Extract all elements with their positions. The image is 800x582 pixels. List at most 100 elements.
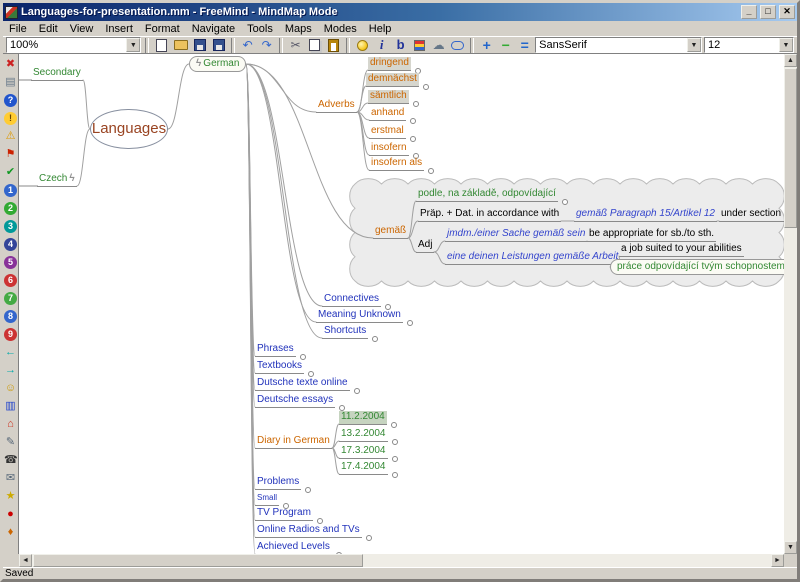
mindmap-node-dutsche[interactable]: Dutsche texte online	[255, 377, 350, 391]
mindmap-node-saemtlich[interactable]: sämtlich	[368, 90, 409, 104]
scroll-right-button[interactable]: ►	[771, 554, 784, 567]
chevron-down-icon[interactable]: ▼	[687, 38, 701, 52]
number-2-icon[interactable]: 2	[4, 202, 17, 215]
number-6-icon[interactable]: 6	[4, 274, 17, 287]
help-icon[interactable]: ?	[4, 94, 17, 107]
bold-icon[interactable]: b	[392, 37, 409, 53]
fold-circle-icon[interactable]	[392, 439, 398, 445]
menu-tools[interactable]: Tools	[241, 23, 279, 35]
close-button[interactable]: ✕	[779, 5, 795, 19]
back-icon[interactable]: ←	[4, 346, 17, 359]
mindmap-node-ajob[interactable]: a job suited to your abilities	[619, 243, 744, 257]
menu-file[interactable]: File	[3, 23, 33, 35]
ok-icon[interactable]: ✔	[4, 166, 17, 179]
fold-circle-icon[interactable]	[392, 456, 398, 462]
mindmap-node-shortcuts[interactable]: Shortcuts	[322, 325, 368, 339]
font-size-combobox[interactable]: 12 ▼	[704, 37, 794, 53]
menu-view[interactable]: View	[64, 23, 100, 35]
number-3-icon[interactable]: 3	[4, 220, 17, 233]
fold-circle-icon[interactable]	[410, 136, 416, 142]
maximize-button[interactable]: □	[760, 5, 776, 19]
mindmap-canvas[interactable]: SecondaryLanguagesCzechϟϟGermanAdverbsdr…	[19, 54, 784, 554]
fold-circle-icon[interactable]	[391, 422, 397, 428]
format-icon[interactable]	[411, 37, 428, 53]
menu-modes[interactable]: Modes	[318, 23, 363, 35]
menu-format[interactable]: Format	[139, 23, 186, 35]
menu-edit[interactable]: Edit	[33, 23, 64, 35]
mindmap-node-achieved[interactable]: Achieved Levels	[255, 541, 332, 554]
notes-icon[interactable]: ▤	[4, 76, 17, 89]
mindmap-node-beappr[interactable]: be appropriate for sb./to sth.	[587, 228, 716, 242]
save-icon[interactable]	[191, 37, 208, 53]
mindmap-node-dringend[interactable]: dringend	[368, 57, 411, 71]
mindmap-node-demnaechst[interactable]: demnächst	[366, 73, 419, 87]
fold-circle-icon[interactable]	[407, 320, 413, 326]
mindmap-node-anhand[interactable]: anhand	[369, 107, 406, 121]
equals-icon[interactable]: =	[516, 37, 533, 53]
mindmap-node-languages[interactable]: Languages	[90, 109, 168, 149]
pencil-icon[interactable]: ✎	[4, 436, 17, 449]
fold-circle-icon[interactable]	[562, 199, 568, 205]
mindmap-node-adverbs[interactable]: Adverbs	[316, 99, 357, 113]
vertical-scroll-thumb[interactable]	[784, 68, 797, 228]
star-icon[interactable]: ★	[4, 490, 17, 503]
home-icon[interactable]: ⌂	[4, 418, 17, 431]
save-as-icon[interactable]	[210, 37, 227, 53]
number-1-icon[interactable]: 1	[4, 184, 17, 197]
mindmap-node-connectives[interactable]: Connectives	[322, 293, 381, 307]
mindmap-node-d2[interactable]: 13.2.2004	[339, 428, 388, 442]
warning-icon[interactable]: ⚠	[4, 130, 17, 143]
mindmap-node-problems[interactable]: Problems	[255, 476, 301, 490]
bookmark-icon[interactable]: ♦	[4, 526, 17, 539]
fold-circle-icon[interactable]	[392, 472, 398, 478]
number-8-icon[interactable]: 8	[4, 310, 17, 323]
fold-circle-icon[interactable]	[423, 84, 429, 90]
phone-icon[interactable]: ☎	[4, 454, 17, 467]
mindmap-node-small[interactable]: Small	[255, 492, 279, 506]
fold-circle-icon[interactable]	[366, 535, 372, 541]
idea-icon[interactable]	[354, 37, 371, 53]
mindmap-node-eine[interactable]: eine deinen Leistungen gemäße Arbeit	[445, 251, 620, 265]
scroll-up-button[interactable]: ▲	[784, 54, 797, 67]
vertical-scrollbar[interactable]: ▲ ▼	[784, 54, 797, 554]
mindmap-node-jmdm[interactable]: jmdm./einer Sache gemäß sein	[445, 228, 587, 242]
mindmap-node-meaning[interactable]: Meaning Unknown	[316, 309, 403, 323]
number-9-icon[interactable]: 9	[4, 328, 17, 341]
mindmap-node-d3[interactable]: 17.3.2004	[339, 445, 388, 459]
font-combobox[interactable]: SansSerif ▼	[535, 37, 702, 53]
menu-help[interactable]: Help	[363, 23, 398, 35]
mindmap-node-diary[interactable]: Diary in German	[255, 435, 332, 449]
idea-icon[interactable]: !	[4, 112, 17, 125]
new-icon[interactable]	[153, 37, 170, 53]
zoom-combobox[interactable]: 100% ▼	[6, 37, 141, 53]
horizontal-scroll-thumb[interactable]	[33, 554, 363, 567]
italic-icon[interactable]: i	[373, 37, 390, 53]
mindmap-node-undersection[interactable]: under section 15/article 12	[719, 208, 784, 222]
horizontal-scrollbar[interactable]: ◄ ►	[19, 554, 784, 567]
scroll-left-button[interactable]: ◄	[19, 554, 32, 567]
mindmap-node-erstmal[interactable]: erstmal	[369, 125, 406, 139]
forward-icon[interactable]: ↷	[258, 37, 275, 53]
mindmap-node-adj[interactable]: Adj	[416, 239, 434, 253]
mindmap-node-textbooks[interactable]: Textbooks	[255, 360, 304, 374]
mindmap-node-d1[interactable]: 11.2.2004	[339, 411, 387, 425]
mail-icon[interactable]: ✉	[4, 472, 17, 485]
mindmap-node-deutsche[interactable]: Deutsche essays	[255, 394, 335, 408]
chevron-down-icon[interactable]: ▼	[779, 38, 793, 52]
mindmap-node-prace[interactable]: práce odpovídající tvým schopnostem	[610, 259, 784, 275]
minimize-button[interactable]: _	[741, 5, 757, 19]
cloud-icon[interactable]: ☁	[430, 37, 447, 53]
fold-circle-icon[interactable]	[413, 101, 419, 107]
chevron-down-icon[interactable]: ▼	[126, 38, 140, 52]
mindmap-node-praep[interactable]: Präp. + Dat. in accordance with	[418, 208, 561, 222]
forward-icon[interactable]: →	[4, 364, 17, 377]
mindmap-node-podle[interactable]: podle, na základě, odpovídající	[416, 188, 558, 202]
mindmap-node-insofernals[interactable]: insofern als	[369, 157, 424, 171]
book-icon[interactable]: ▥	[4, 400, 17, 413]
menu-maps[interactable]: Maps	[279, 23, 318, 35]
menu-insert[interactable]: Insert	[99, 23, 139, 35]
number-5-icon[interactable]: 5	[4, 256, 17, 269]
mindmap-node-d4[interactable]: 17.4.2004	[339, 461, 388, 475]
fold-circle-icon[interactable]	[354, 388, 360, 394]
number-7-icon[interactable]: 7	[4, 292, 17, 305]
